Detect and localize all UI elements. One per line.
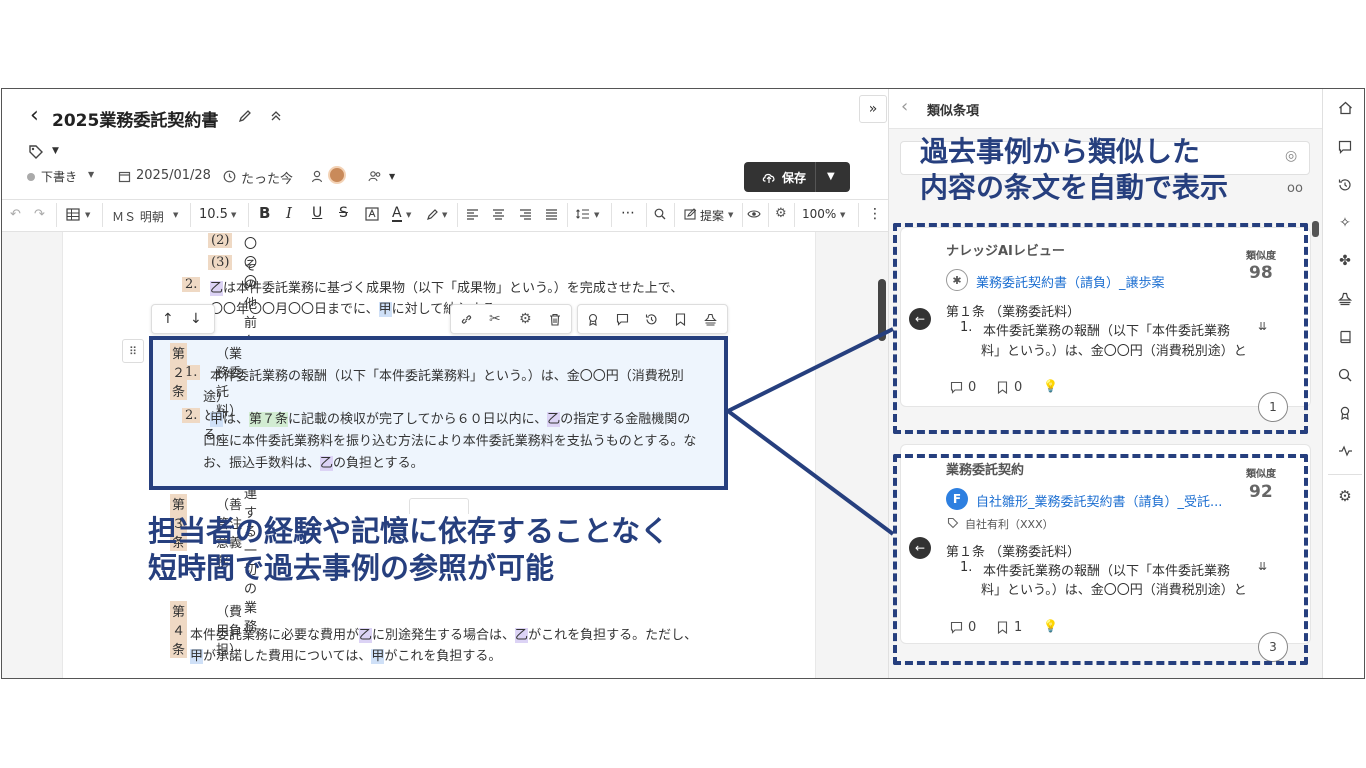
sparkle-icon[interactable]: ✧: [1336, 214, 1354, 232]
rail-divider: [1322, 89, 1323, 678]
activity-icon[interactable]: [1336, 442, 1354, 460]
stamp-icon[interactable]: [1336, 290, 1354, 308]
connector-lines: [726, 327, 895, 536]
rail-separator: [1328, 474, 1362, 475]
search-icon[interactable]: [1336, 366, 1354, 384]
home-icon[interactable]: [1336, 99, 1354, 117]
connector-line: [727, 327, 894, 413]
connector-line: [726, 409, 895, 536]
app-window: ‹ 2025業務委託契約書 ▼ 下書き ▼ 2025/01/28 たった今 ▼ …: [1, 88, 1365, 679]
comment-icon[interactable]: [1336, 138, 1354, 156]
book-icon[interactable]: [1336, 328, 1354, 346]
history-icon[interactable]: [1336, 176, 1354, 194]
settings-icon[interactable]: ⚙: [1336, 487, 1354, 505]
badge-icon[interactable]: [1336, 404, 1354, 422]
puzzle-icon[interactable]: ✤: [1336, 252, 1354, 270]
